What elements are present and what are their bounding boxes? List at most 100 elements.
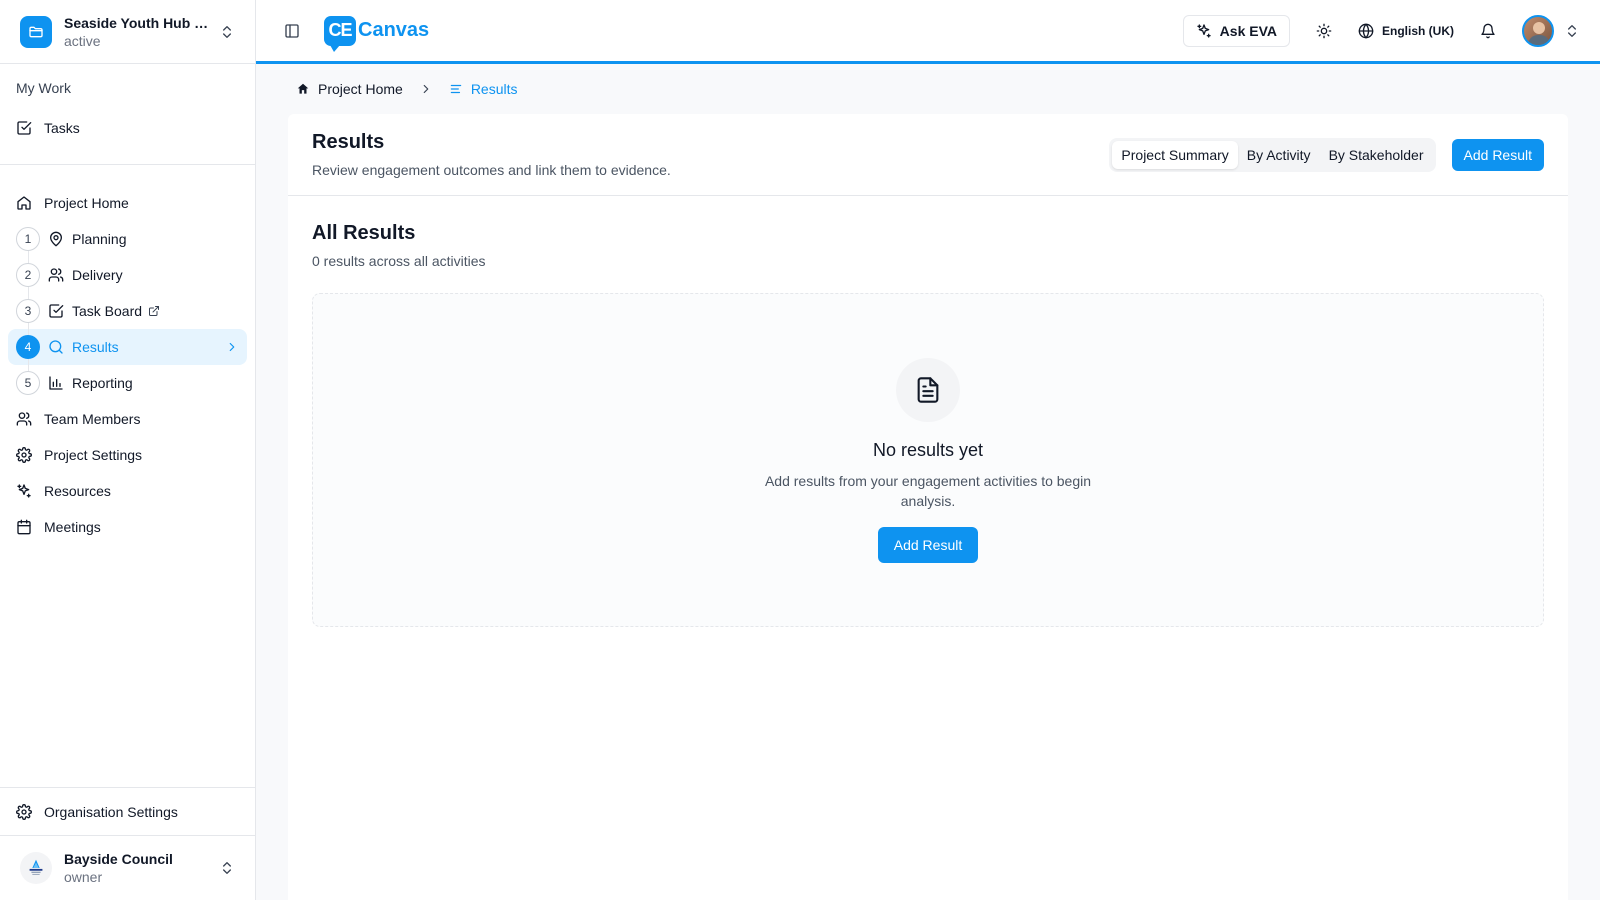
home-icon: [17, 196, 31, 210]
sidebar-item-project-settings[interactable]: Project Settings: [8, 437, 247, 473]
search-icon: [49, 340, 63, 354]
sparkles-icon: [17, 484, 31, 498]
section-subtitle: 0 results across all activities: [312, 253, 486, 269]
ask-eva-label: Ask EVA: [1219, 22, 1277, 39]
section-title: All Results: [312, 222, 416, 244]
app-root: Seaside Youth Hub – ... active My Work T…: [0, 0, 1600, 900]
app-logo[interactable]: CE Canvas: [324, 15, 430, 52]
project-switcher[interactable]: Seaside Youth Hub – ... active: [0, 0, 255, 64]
folder-icon: [20, 15, 52, 48]
chevron-right-icon: [419, 82, 433, 96]
calendar-icon: [17, 519, 31, 535]
breadcrumb-current: Results: [449, 81, 518, 97]
avatar: [1522, 14, 1554, 47]
sparkles-icon: [1197, 23, 1211, 38]
home-icon: [297, 83, 309, 94]
check-square-icon: [17, 121, 32, 135]
empty-state-text: Add results from your engagement activit…: [764, 473, 1092, 509]
breadcrumb-label: Project Home: [318, 81, 403, 97]
sidebar-item-label: Meetings: [44, 519, 101, 535]
sidebar-item-results[interactable]: 4 Results: [8, 329, 247, 365]
sidebar-item-label: Project Home: [44, 195, 129, 211]
sidebar-item-label: Organisation Settings: [44, 803, 178, 820]
sidebar-item-resources[interactable]: Resources: [8, 473, 247, 509]
sidebar-item-reporting[interactable]: 5 Reporting: [8, 365, 247, 401]
page-subtitle: Review engagement outcomes and link them…: [312, 162, 671, 178]
sidebar-item-meetings[interactable]: Meetings: [8, 509, 247, 545]
view-tabs: Project Summary By Activity By Stakehold…: [1109, 137, 1436, 172]
breadcrumb-label: Results: [470, 81, 518, 97]
top-bar: CE Canvas Ask EVA English (UK): [256, 0, 1600, 64]
sidebar-item-team-members[interactable]: Team Members: [8, 401, 247, 437]
empty-state: No results yet Add results from your eng…: [312, 293, 1544, 627]
top-bar-actions: Ask EVA English (UK): [1182, 14, 1580, 47]
sidebar-item-organisation-settings[interactable]: Organisation Settings: [0, 788, 255, 836]
logo-text: Canvas: [358, 19, 430, 41]
sidebar-item-delivery[interactable]: 2 Delivery: [8, 257, 247, 293]
step-number: 4: [16, 335, 40, 359]
workflow-steps: 1 Planning 2 Delivery 3 Task Board 4 Res…: [8, 221, 247, 401]
empty-state-add-result-button[interactable]: Add Result: [877, 527, 979, 563]
list-icon: [450, 84, 462, 94]
project-name: Seaside Youth Hub – ...: [64, 14, 211, 31]
users-icon: [48, 268, 64, 282]
tab-by-activity[interactable]: By Activity: [1238, 141, 1320, 169]
user-menu[interactable]: [1522, 14, 1580, 47]
step-number: 3: [16, 299, 40, 323]
gear-icon: [16, 447, 32, 463]
users-icon: [16, 412, 32, 426]
chevrons-up-down-icon: [223, 862, 231, 874]
sidebar-item-planning[interactable]: 1 Planning: [8, 221, 247, 257]
breadcrumb-project-home[interactable]: Project Home: [296, 81, 403, 97]
step-number: 1: [16, 227, 40, 251]
step-number: 2: [16, 263, 40, 287]
map-pin-icon: [50, 231, 62, 247]
gear-icon: [16, 803, 32, 820]
sidebar-footer: Organisation Settings Bayside Council ow…: [0, 787, 255, 900]
sidebar: Seaside Youth Hub – ... active My Work T…: [0, 0, 256, 900]
content-area: Project Home Results Results Review enga…: [256, 64, 1600, 900]
results-section: All Results 0 results across all activit…: [288, 196, 1568, 627]
results-card: Results Review engagement outcomes and l…: [288, 114, 1568, 900]
organisation-switcher[interactable]: Bayside Council owner: [0, 836, 255, 900]
empty-state-title: No results yet: [872, 440, 984, 460]
sidebar-item-label: Delivery: [72, 267, 123, 283]
sidebar-item-label: Resources: [44, 483, 111, 499]
sidebar-item-label: Team Members: [44, 411, 141, 427]
notifications-button[interactable]: [1472, 15, 1504, 47]
theme-toggle-button[interactable]: [1308, 15, 1340, 47]
page-header: Results Review engagement outcomes and l…: [288, 114, 1568, 196]
project-nav: Project Home 1 Planning 2 Delivery 3 Tas…: [0, 165, 255, 787]
sidebar-toggle-button[interactable]: [276, 15, 308, 47]
organisation-name: Bayside Council: [64, 851, 173, 867]
organisation-role: owner: [64, 869, 103, 885]
sidebar-item-label: Project Settings: [44, 447, 143, 463]
add-result-button[interactable]: Add Result: [1451, 138, 1544, 171]
check-square-icon: [49, 304, 64, 318]
sidebar-item-label: Task Board: [72, 303, 143, 319]
sidebar-item-project-home[interactable]: Project Home: [8, 185, 247, 221]
sidebar-item-label: Results: [72, 339, 119, 355]
my-work-section: My Work Tasks: [0, 64, 255, 165]
sidebar-item-task-board[interactable]: 3 Task Board: [8, 293, 247, 329]
language-label: English (UK): [1382, 23, 1454, 38]
breadcrumb: Project Home Results: [288, 64, 1568, 114]
chevron-right-icon: [229, 342, 235, 352]
globe-icon: [1358, 23, 1374, 38]
language-selector[interactable]: English (UK): [1358, 23, 1454, 39]
sidebar-item-label: Tasks: [44, 120, 80, 136]
chevrons-up-down-icon: [223, 25, 231, 38]
sidebar-item-tasks[interactable]: Tasks: [16, 110, 239, 146]
sidebar-item-label: Planning: [72, 231, 127, 247]
organisation-logo: [20, 852, 52, 884]
sun-icon: [1316, 23, 1332, 38]
page-title: Results: [312, 131, 385, 153]
file-text-icon: [896, 358, 960, 422]
ask-eva-button[interactable]: Ask EVA: [1182, 14, 1290, 47]
bell-icon: [1481, 23, 1495, 38]
tab-by-stakeholder[interactable]: By Stakeholder: [1320, 141, 1433, 169]
tab-project-summary[interactable]: Project Summary: [1112, 140, 1238, 169]
sidebar-item-label: Reporting: [72, 375, 133, 391]
bar-chart-icon: [49, 376, 63, 390]
logo-mark: CE: [324, 15, 356, 52]
